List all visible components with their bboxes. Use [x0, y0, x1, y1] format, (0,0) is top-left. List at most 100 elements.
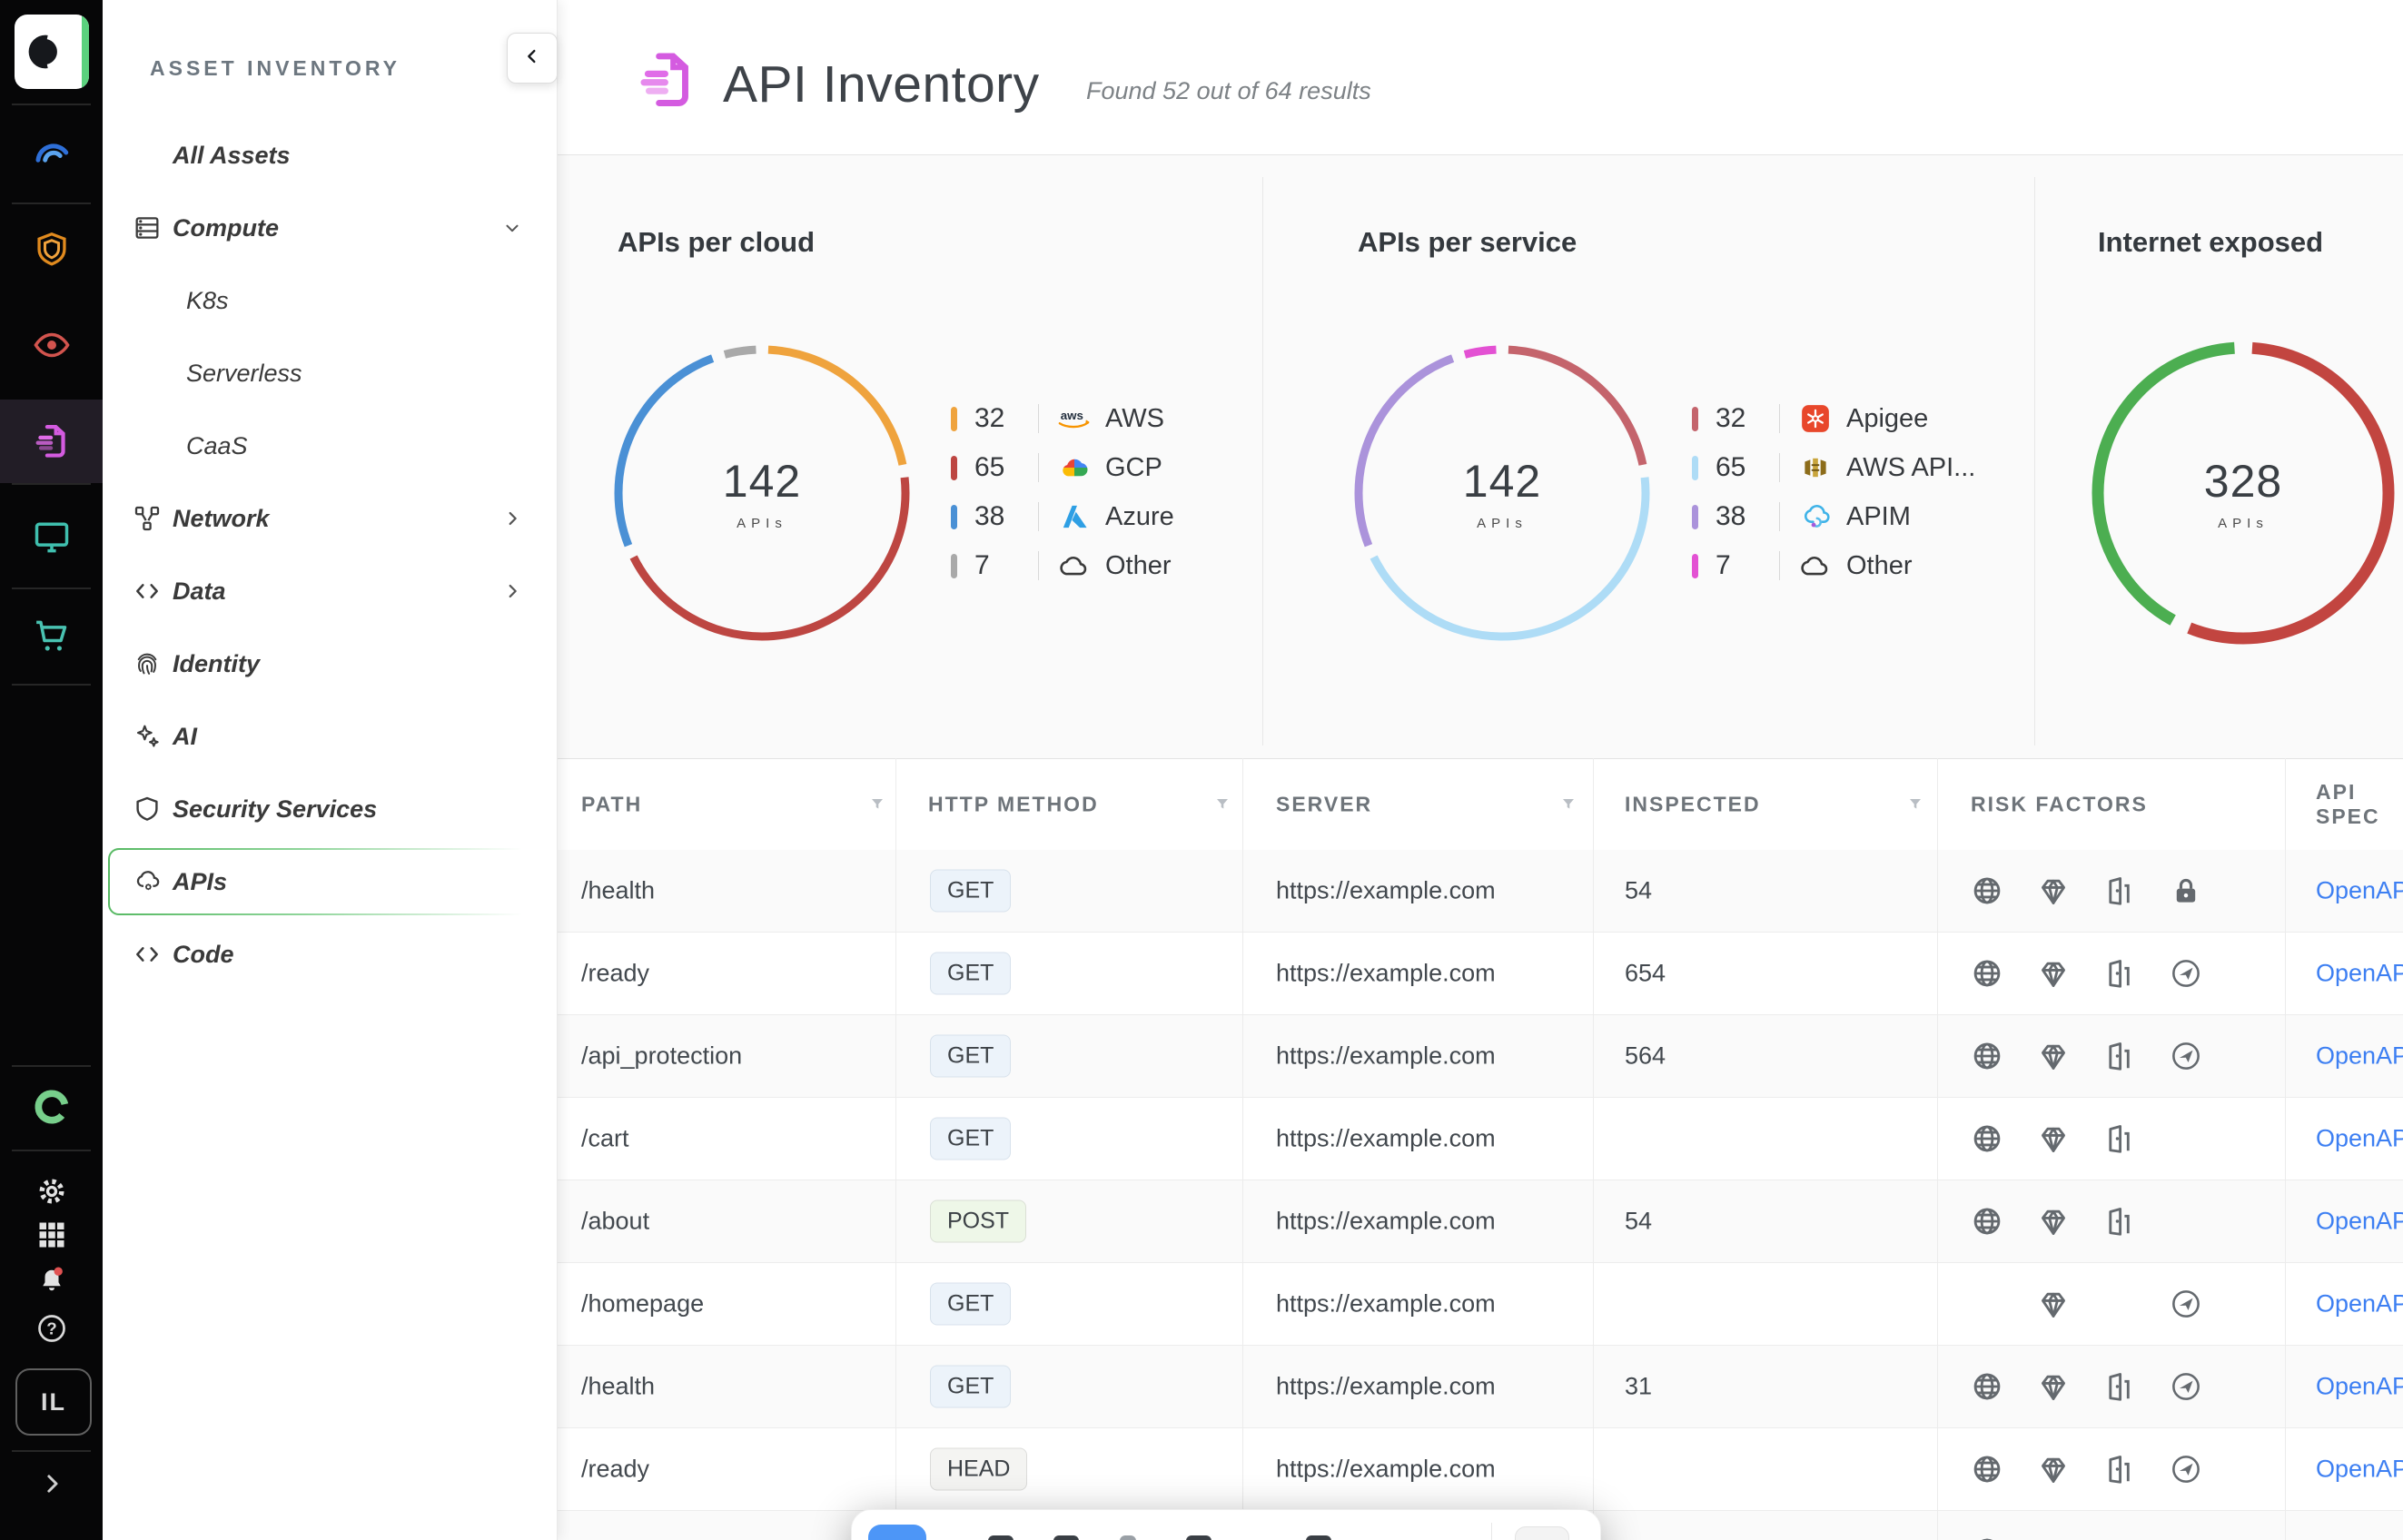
legend-item-apim[interactable]: 38APIM: [1692, 492, 1975, 541]
col-inspected: INSPECTED: [1625, 793, 1761, 817]
expand-rail-chevron-icon[interactable]: [38, 1470, 65, 1497]
rail-icon-teal-cart[interactable]: [32, 616, 72, 656]
help-icon[interactable]: ?: [35, 1312, 68, 1345]
legend-item-other[interactable]: 7Other: [951, 541, 1174, 590]
toolbar-secondary-button[interactable]: [1515, 1526, 1569, 1540]
orca-logo-icon: [24, 30, 67, 74]
code-icon: [133, 940, 162, 969]
toolbar-icon[interactable]: [1306, 1535, 1331, 1540]
api-spec-link[interactable]: OpenAPI: [2316, 1456, 2403, 1484]
filter-funnel-icon[interactable]: [1558, 794, 1579, 815]
column-divider: [1242, 758, 1243, 1540]
page-title: API Inventory: [723, 54, 1040, 114]
legend-value: 7: [974, 550, 1038, 581]
toolbar-primary-button[interactable]: [868, 1525, 926, 1540]
toolbar-icon[interactable]: [1120, 1535, 1136, 1540]
sidebar-item-label: CaaS: [186, 432, 248, 460]
apps-grid-icon[interactable]: [35, 1219, 68, 1251]
donut-total: 328: [2204, 455, 2282, 508]
sidebar-item-code[interactable]: Code: [103, 918, 557, 991]
api-spec-link[interactable]: OpenAPI: [2316, 1290, 2403, 1318]
table-row[interactable]: /homepageGEThttps://example.comOpenAPI: [557, 1263, 2403, 1346]
legend-item-other[interactable]: 7Other: [1692, 541, 1975, 590]
legend-item-azure[interactable]: 38Azure: [951, 492, 1174, 541]
sidebar-item-serverless[interactable]: Serverless: [103, 337, 557, 410]
toolbar-icon[interactable]: [988, 1535, 1014, 1540]
table-row[interactable]: /cartGEThttps://example.comOpenAPI: [557, 1098, 2403, 1180]
legend-item-gcp[interactable]: 65GCP: [951, 443, 1174, 492]
cell-risk-factors: [1971, 1288, 2236, 1320]
legend-color-pill: [951, 456, 957, 480]
api-spec-link[interactable]: OpenAPI: [2316, 1373, 2403, 1401]
cell-risk-factors: [1971, 1453, 2236, 1486]
sidebar-item-security-services[interactable]: Security Services: [103, 773, 557, 845]
orca-logo[interactable]: [15, 15, 89, 89]
method-badge: POST: [930, 1200, 1026, 1243]
legend-color-pill: [1692, 554, 1698, 578]
filter-funnel-icon[interactable]: [1211, 794, 1233, 815]
avatar[interactable]: IL: [15, 1368, 92, 1436]
rail-icon-green-ring[interactable]: [32, 1087, 72, 1127]
filter-funnel-icon[interactable]: [866, 794, 888, 815]
sidebar-item-ai[interactable]: AI: [103, 700, 557, 773]
sidebar-item-network[interactable]: Network: [103, 482, 557, 555]
legend-label: Other: [1846, 551, 1913, 581]
rail-icon-orange-shield[interactable]: [32, 230, 72, 270]
api-spec-link[interactable]: OpenAPI: [2316, 1042, 2403, 1071]
api-spec-link[interactable]: OpenAPI: [2316, 1125, 2403, 1153]
donut-apis-per-cloud: 142 APIs: [608, 339, 916, 647]
api-spec-link[interactable]: OpenAPI: [2316, 1208, 2403, 1236]
legend-color-pill: [951, 407, 957, 431]
sidebar-item-caas[interactable]: CaaS: [103, 410, 557, 482]
legend-label: Apigee: [1846, 404, 1928, 434]
legend-item-aws[interactable]: 32awsAWS: [951, 394, 1174, 443]
sidebar-item-identity[interactable]: Identity: [103, 627, 557, 700]
legend-divider: [1038, 453, 1039, 482]
rail-divider: [12, 104, 91, 105]
table-body: /healthGEThttps://example.com54OpenAPI/r…: [557, 850, 2403, 1540]
cloud-icon: [1795, 550, 1835, 581]
rail-icon-blue-arc[interactable]: [32, 133, 72, 173]
method-badge: GET: [930, 1035, 1011, 1078]
table-row[interactable]: /aboutPOSThttps://example.com54OpenAPI: [557, 1180, 2403, 1263]
toolbar-icon[interactable]: [1186, 1535, 1211, 1540]
donut-unit: APIs: [1477, 516, 1528, 531]
filter-funnel-icon[interactable]: [1904, 794, 1926, 815]
table-row[interactable]: /healthGEThttps://example.com31OpenAPI: [557, 1346, 2403, 1428]
col-risk-factors: RISK FACTORS: [1971, 793, 2148, 817]
internet-facing-icon: [1971, 874, 2003, 907]
cell-server: https://example.com: [1276, 1208, 1496, 1236]
toolbar-icon[interactable]: [1053, 1535, 1079, 1540]
sensitive-data-icon: [2037, 1040, 2070, 1072]
code-icon: [133, 577, 162, 606]
sidebar-item-compute[interactable]: Compute: [103, 192, 557, 264]
table-row[interactable]: /api_protectionGEThttps://example.com564…: [557, 1015, 2403, 1098]
sidebar-item-all-assets[interactable]: All Assets: [103, 119, 557, 192]
sidebar-item-apis[interactable]: APIs: [103, 845, 557, 918]
api-spec-link[interactable]: OpenAPI: [2316, 877, 2403, 905]
main-content: API Inventory Found 52 out of 64 results…: [557, 0, 2403, 1540]
rail-icon-api-doc-active[interactable]: [32, 421, 72, 461]
bell-icon[interactable]: [35, 1262, 68, 1295]
cloud-gear-icon: [133, 867, 162, 896]
legend-item-aws-api-[interactable]: 65AWS API...: [1692, 443, 1975, 492]
legend-color-pill: [951, 554, 957, 578]
internet-facing-icon: [1971, 1122, 2003, 1155]
table-row[interactable]: /readyHEADhttps://example.comOpenAPI: [557, 1428, 2403, 1511]
sidebar-item-k8s[interactable]: K8s: [103, 264, 557, 337]
rail-icon-teal-monitor[interactable]: [32, 517, 72, 557]
table-row[interactable]: /readyGEThttps://example.com654OpenAPI: [557, 933, 2403, 1015]
gear-icon[interactable]: [35, 1175, 68, 1208]
sidebar-item-data[interactable]: Data: [103, 555, 557, 627]
sidebar-collapse-button[interactable]: [507, 33, 558, 84]
rail-divider: [12, 684, 91, 686]
api-spec-link[interactable]: OpenAPI: [2316, 960, 2403, 988]
sidebar-item-label: APIs: [173, 868, 227, 896]
cell-inspected: 564: [1625, 1042, 1666, 1071]
rail-icon-red-eye[interactable]: [32, 325, 72, 365]
legend-item-apigee[interactable]: 32Apigee: [1692, 394, 1975, 443]
internet-facing-icon: [1971, 1370, 2003, 1403]
cell-server: https://example.com: [1276, 960, 1496, 988]
legend-color-pill: [1692, 505, 1698, 529]
table-row[interactable]: /healthGEThttps://example.com54OpenAPI: [557, 850, 2403, 933]
